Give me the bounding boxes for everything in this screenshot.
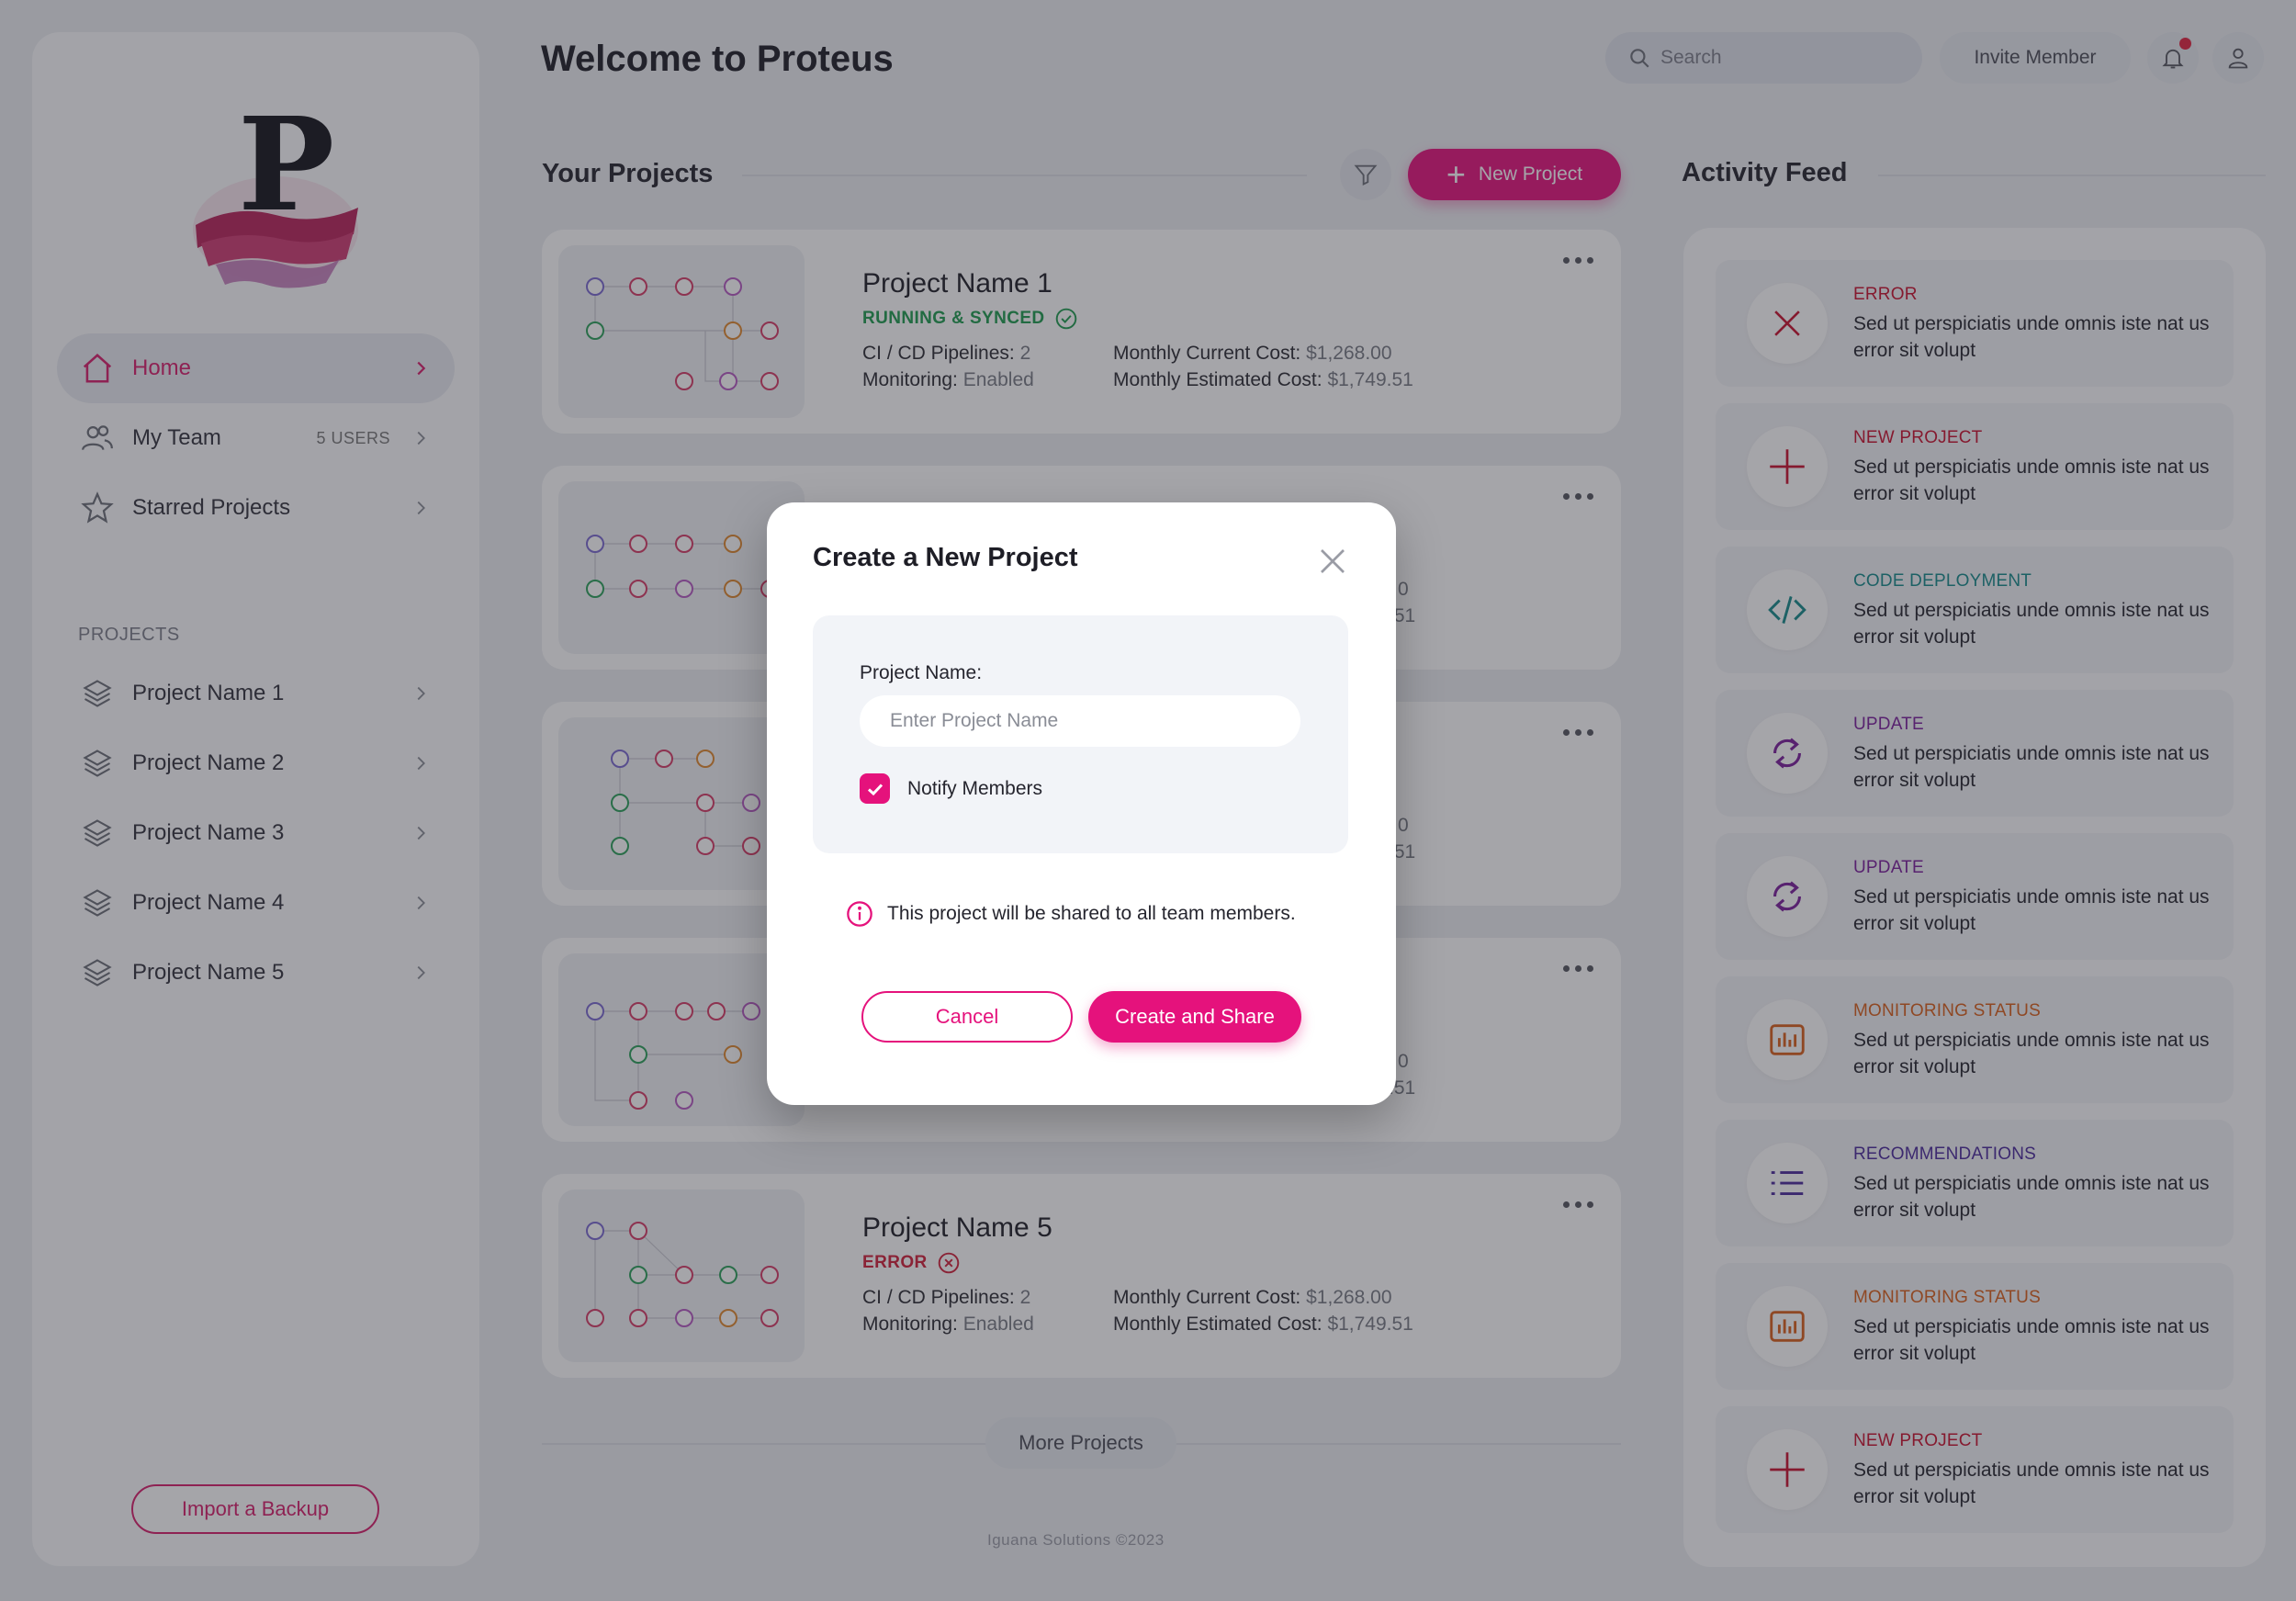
- create-and-share-button[interactable]: Create and Share: [1088, 991, 1301, 1043]
- project-name-input[interactable]: [860, 695, 1300, 747]
- info-icon: [847, 901, 872, 927]
- share-info: This project will be shared to all team …: [845, 899, 1296, 929]
- checkmark-icon: [867, 783, 883, 795]
- close-icon[interactable]: [1316, 545, 1349, 578]
- modal-title: Create a New Project: [813, 543, 1078, 572]
- cancel-button[interactable]: Cancel: [861, 991, 1073, 1043]
- create-project-modal: Create a New Project Project Name: Notif…: [767, 502, 1396, 1105]
- share-info-text: This project will be shared to all team …: [887, 903, 1296, 924]
- notify-members-checkbox[interactable]: [860, 773, 890, 804]
- notify-members-label: Notify Members: [907, 778, 1043, 799]
- project-name-label: Project Name:: [860, 662, 983, 683]
- project-form: Project Name: Notify Members: [813, 615, 1348, 853]
